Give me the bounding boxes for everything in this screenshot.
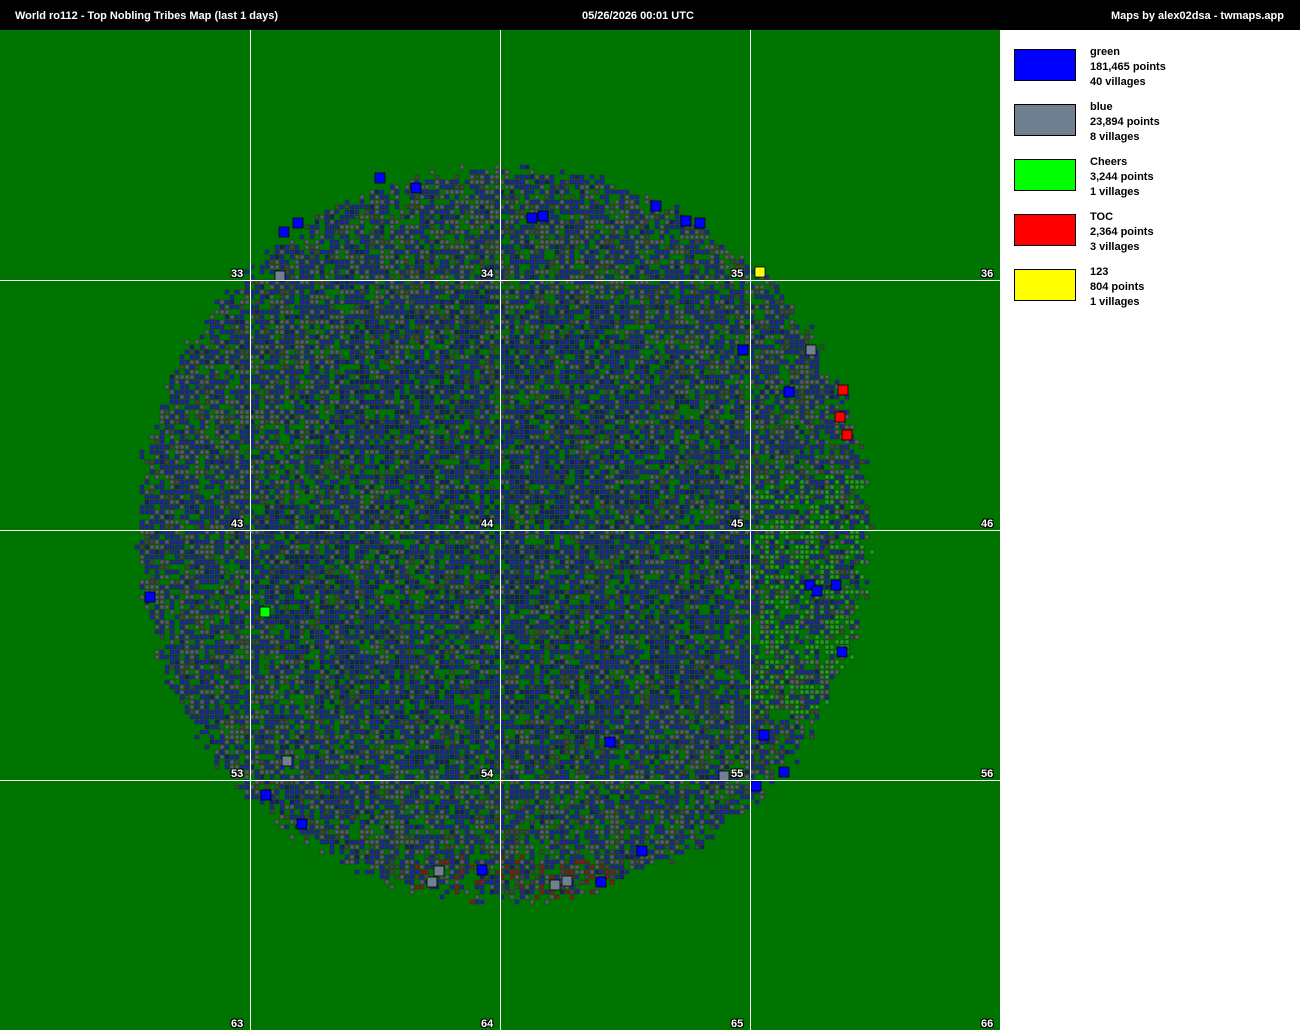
continent-label: 36 [981, 268, 993, 280]
tribe-villages: 40 villages [1090, 75, 1166, 90]
grid-line-horizontal [0, 280, 1000, 281]
tribe-name: blue [1090, 100, 1160, 115]
map-title: World ro112 - Top Nobling Tribes Map (la… [15, 10, 278, 22]
map-date: 05/26/2026 00:01 UTC [582, 10, 694, 22]
continent-label: 34 [481, 268, 493, 280]
grid-line-horizontal [0, 780, 1000, 781]
legend-text: TOC 2,364 points 3 villages [1090, 210, 1154, 255]
tribe-villages: 8 villages [1090, 130, 1160, 145]
legend-swatch [1014, 269, 1076, 301]
continent-label: 65 [731, 1018, 743, 1030]
continent-label: 43 [231, 518, 243, 530]
tribe-legend: green 181,465 points 40 villages blue 23… [1014, 45, 1294, 320]
map-credit: Maps by alex02dsa - twmaps.app [1111, 10, 1284, 22]
tribe-name: TOC [1090, 210, 1154, 225]
header-bar: World ro112 - Top Nobling Tribes Map (la… [0, 0, 1300, 30]
tribe-name: 123 [1090, 265, 1144, 280]
legend-swatch [1014, 159, 1076, 191]
legend-text: 123 804 points 1 villages [1090, 265, 1144, 310]
world-map[interactable]: 33 34 35 36 43 44 45 46 53 54 55 56 63 6… [0, 30, 1000, 1030]
tribe-villages: 1 villages [1090, 185, 1154, 200]
tribe-points: 3,244 points [1090, 170, 1154, 185]
legend-text: blue 23,894 points 8 villages [1090, 100, 1160, 145]
tribe-name: Cheers [1090, 155, 1154, 170]
continent-label: 56 [981, 768, 993, 780]
continent-label: 66 [981, 1018, 993, 1030]
grid-line-horizontal [0, 530, 1000, 531]
tribe-points: 23,894 points [1090, 115, 1160, 130]
continent-label: 54 [481, 768, 493, 780]
continent-label: 45 [731, 518, 743, 530]
continent-label: 53 [231, 768, 243, 780]
tribe-villages: 1 villages [1090, 295, 1144, 310]
legend-swatch [1014, 104, 1076, 136]
continent-label: 63 [231, 1018, 243, 1030]
legend-text: green 181,465 points 40 villages [1090, 45, 1166, 90]
continent-label: 44 [481, 518, 493, 530]
continent-label: 33 [231, 268, 243, 280]
tribe-points: 804 points [1090, 280, 1144, 295]
tribe-points: 181,465 points [1090, 60, 1166, 75]
legend-item: green 181,465 points 40 villages [1014, 45, 1294, 100]
legend-item: Cheers 3,244 points 1 villages [1014, 155, 1294, 210]
continent-label: 55 [731, 768, 743, 780]
legend-swatch [1014, 49, 1076, 81]
legend-item: TOC 2,364 points 3 villages [1014, 210, 1294, 265]
legend-swatch [1014, 214, 1076, 246]
continent-label: 35 [731, 268, 743, 280]
tribe-name: green [1090, 45, 1166, 60]
continent-label: 46 [981, 518, 993, 530]
tribe-points: 2,364 points [1090, 225, 1154, 240]
tribe-villages: 3 villages [1090, 240, 1154, 255]
legend-item: blue 23,894 points 8 villages [1014, 100, 1294, 155]
continent-label: 64 [481, 1018, 493, 1030]
legend-text: Cheers 3,244 points 1 villages [1090, 155, 1154, 200]
legend-item: 123 804 points 1 villages [1014, 265, 1294, 320]
